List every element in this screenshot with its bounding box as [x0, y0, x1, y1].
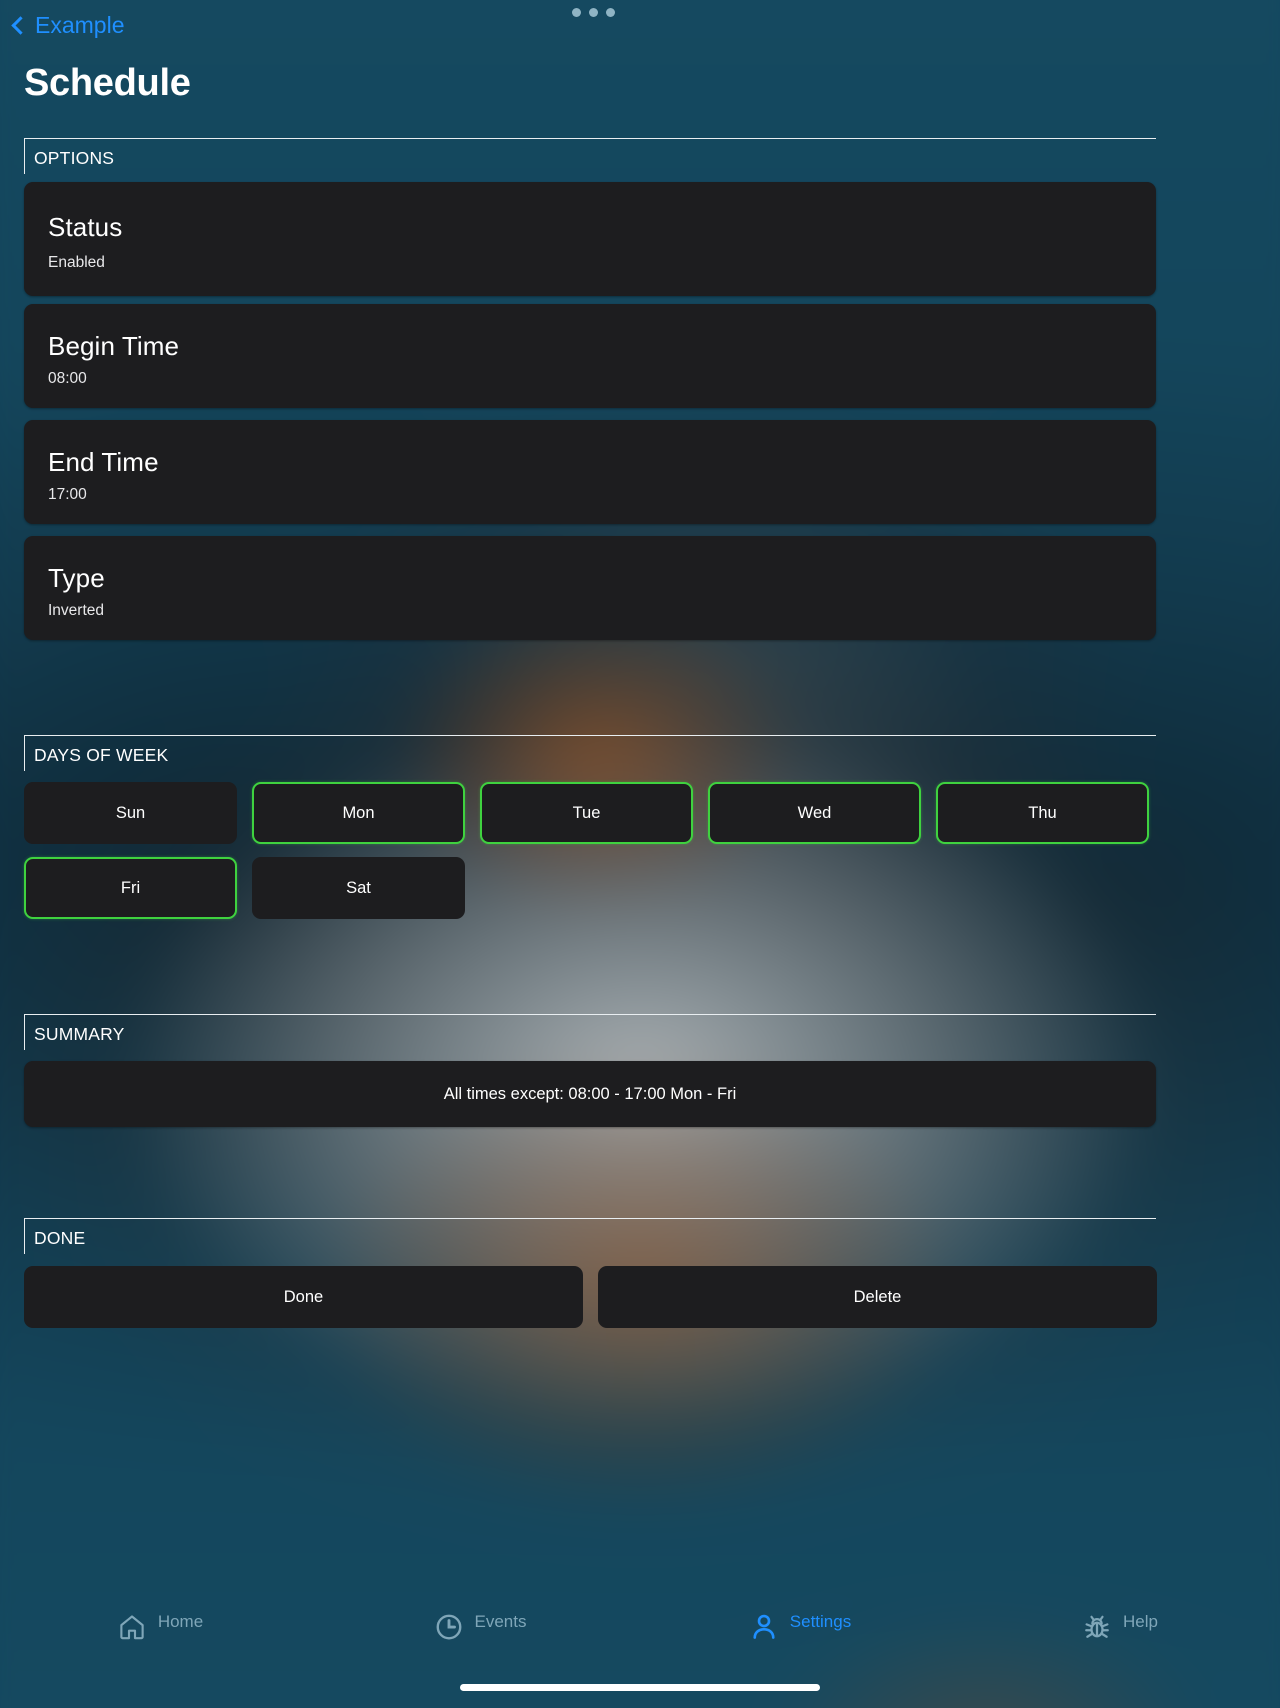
- tab-settings-label: Settings: [789, 1612, 852, 1631]
- option-card-type-value: Inverted: [48, 602, 105, 619]
- days-of-week-grid: Sun Mon Tue Wed Thu Fri Sat: [24, 782, 1158, 919]
- clock-icon: [434, 1612, 464, 1642]
- home-indicator: [460, 1684, 820, 1691]
- day-button-label: Mon: [342, 803, 375, 822]
- option-card-begin-time-value: 08:00: [48, 370, 87, 387]
- bug-icon: [1082, 1612, 1112, 1642]
- option-card-begin-time-title: Begin Time: [48, 331, 180, 361]
- back-button[interactable]: Example: [11, 12, 125, 39]
- tab-help-label: Help: [1123, 1612, 1158, 1631]
- day-button-label: Sun: [115, 803, 146, 822]
- option-card-status-title: Status: [48, 212, 123, 242]
- option-card-end-time[interactable]: End Time 17:00: [24, 420, 1156, 524]
- top-bar: Example: [0, 0, 1280, 56]
- day-button-sat[interactable]: Sat: [252, 857, 465, 919]
- day-button-label: Tue: [572, 803, 601, 822]
- done-actions-row: Done Delete: [24, 1266, 1158, 1328]
- dot-3: [606, 8, 615, 17]
- day-button-tue[interactable]: Tue: [480, 782, 693, 844]
- tab-help[interactable]: Help: [960, 1568, 1280, 1708]
- page-title: Schedule: [24, 62, 191, 104]
- day-button-wed[interactable]: Wed: [708, 782, 921, 844]
- day-button-label: Thu: [1028, 803, 1057, 822]
- delete-button[interactable]: Delete: [598, 1266, 1157, 1328]
- summary-text: All times except: 08:00 - 17:00 Mon - Fr…: [443, 1084, 737, 1103]
- tab-home-label: Home: [157, 1612, 204, 1631]
- person-icon: [749, 1612, 779, 1642]
- day-button-label: Fri: [120, 878, 141, 897]
- section-header-days-of-week: DAYS OF WEEK: [24, 735, 1156, 771]
- option-card-status-value: Enabled: [48, 254, 105, 271]
- day-button-label: Sat: [346, 878, 371, 897]
- dot-1: [572, 8, 581, 17]
- done-button[interactable]: Done: [24, 1266, 583, 1328]
- tab-home[interactable]: Home: [0, 1568, 320, 1708]
- section-header-options: OPTIONS: [24, 138, 1156, 174]
- section-header-done: DONE: [24, 1218, 1156, 1254]
- tab-events-label: Events: [474, 1612, 527, 1631]
- more-dots-icon[interactable]: [572, 8, 615, 17]
- dot-2: [589, 8, 598, 17]
- chevron-left-icon: [11, 15, 30, 35]
- option-card-type-title: Type: [48, 563, 105, 593]
- option-card-begin-time[interactable]: Begin Time 08:00: [24, 304, 1156, 408]
- summary-card: All times except: 08:00 - 17:00 Mon - Fr…: [24, 1061, 1156, 1127]
- option-card-end-time-value: 17:00: [48, 486, 87, 503]
- home-icon: [117, 1612, 147, 1642]
- back-button-label: Example: [35, 12, 125, 38]
- day-button-mon[interactable]: Mon: [252, 782, 465, 844]
- day-button-fri[interactable]: Fri: [24, 857, 237, 919]
- day-button-thu[interactable]: Thu: [936, 782, 1149, 844]
- section-header-summary: SUMMARY: [24, 1014, 1156, 1050]
- option-card-status[interactable]: Status Enabled: [24, 182, 1156, 296]
- option-card-end-time-title: End Time: [48, 447, 159, 477]
- day-button-sun[interactable]: Sun: [24, 782, 237, 844]
- done-button-label: Done: [283, 1287, 324, 1306]
- option-card-type[interactable]: Type Inverted: [24, 536, 1156, 640]
- delete-button-label: Delete: [853, 1287, 902, 1306]
- day-button-label: Wed: [797, 803, 832, 822]
